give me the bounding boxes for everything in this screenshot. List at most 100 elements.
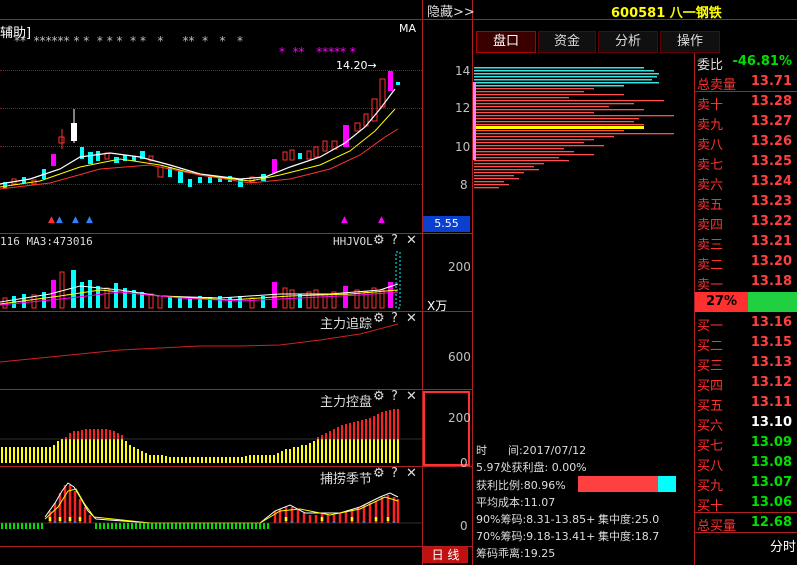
sell-label: 卖九 — [697, 118, 724, 133]
y-tick-10: 10 — [455, 140, 471, 154]
buy-row[interactable]: 买五 13.11 — [697, 393, 797, 414]
buy-label: 买七 — [697, 439, 724, 454]
buy-price: 13.08 — [750, 455, 792, 470]
daily-chart-tab[interactable]: 日 线 — [423, 547, 468, 563]
chip-conc-90: 集中度:25.0 — [598, 513, 660, 526]
buy-price: 13.13 — [750, 355, 792, 370]
buy-price: 13.09 — [750, 435, 792, 450]
buy-row[interactable]: 买八 13.08 — [697, 453, 797, 474]
total-sell-row: 总卖量 13.71 — [697, 72, 797, 93]
sell-price: 13.25 — [750, 154, 792, 169]
tab-fenxi[interactable]: 分析 — [598, 31, 658, 53]
buy-label: 买一 — [697, 319, 724, 334]
weibi-label: 委比 — [697, 58, 724, 73]
buliao-chart — [0, 482, 422, 529]
y-tick-12: 12 — [455, 101, 471, 115]
sell-price: 13.23 — [750, 194, 792, 209]
chip-deviation: 筹码乖离:19.25 — [476, 547, 556, 560]
sell-price: 13.28 — [750, 94, 792, 109]
current-price-box: 5.55 — [423, 216, 470, 232]
svg-text:▲: ▲ — [48, 215, 55, 225]
sell-row[interactable]: 卖八 13.26 — [697, 132, 797, 153]
sell-row[interactable]: 卖三 13.21 — [697, 232, 797, 253]
buy-label: 买三 — [697, 359, 724, 374]
buy-row[interactable]: 买十 13.06 — [697, 493, 797, 514]
profit-ratio-bar-cyan — [658, 476, 676, 492]
candlestick-chart: ▲ ▲ ▲ ▲ ▲ ▲ — [0, 71, 400, 225]
sell-row[interactable]: 卖七 13.25 — [697, 152, 797, 173]
buy-price: 13.11 — [750, 395, 792, 410]
buy-price: 13.16 — [750, 315, 792, 330]
volume-settings-icon[interactable]: ⚙ — [373, 233, 385, 248]
buy-row[interactable]: 买四 13.12 — [697, 373, 797, 394]
kongpan-y-tick-top: 200 — [448, 411, 471, 425]
chip-profit-line: 5.97处获利盘: 0.00% — [476, 461, 587, 474]
buy-price: 13.15 — [750, 335, 792, 350]
sell-price: 13.21 — [750, 234, 792, 249]
ob-divider-footer — [695, 532, 797, 533]
buy-price: 13.12 — [750, 375, 792, 390]
sell-row[interactable]: 卖二 13.20 — [697, 252, 797, 273]
profit-ratio-bar-red — [578, 476, 658, 492]
svg-text:▲: ▲ — [56, 215, 63, 225]
tab-pankou[interactable]: 盘口 — [476, 31, 536, 53]
buy-label: 买四 — [697, 379, 724, 394]
sell-label: 卖八 — [697, 138, 724, 153]
volume-help-icon[interactable]: ? — [391, 233, 398, 248]
kongpan-highlight-box — [423, 391, 470, 466]
buy-row[interactable]: 买六 13.10 — [697, 413, 797, 434]
buy-label: 买六 — [697, 419, 724, 434]
y-tick-8: 8 — [460, 178, 468, 192]
buy-price: 13.06 — [750, 495, 792, 510]
buy-row[interactable]: 买二 13.15 — [697, 333, 797, 354]
panel-divider-1 — [0, 233, 472, 234]
sell-row[interactable]: 卖十 13.28 — [697, 92, 797, 113]
sell-row[interactable]: 卖五 13.23 — [697, 192, 797, 213]
candles — [3, 71, 400, 188]
weibi-value: -46.81% — [732, 54, 792, 69]
total-sell-value: 13.71 — [750, 74, 792, 89]
sell-label: 卖一 — [697, 278, 724, 293]
volume-unit: X万 — [427, 299, 448, 313]
sell-label: 卖五 — [697, 198, 724, 213]
sell-label: 卖十 — [697, 98, 724, 113]
volume-label: 116 MA3:473016 — [0, 235, 93, 248]
buy-row[interactable]: 买一 13.16 — [697, 313, 797, 334]
total-buy-value: 12.68 — [750, 515, 792, 530]
kongpan-y-tick-bottom: 0 — [460, 456, 468, 470]
sell-price: 13.27 — [750, 114, 792, 129]
buy-row[interactable]: 买九 13.07 — [697, 473, 797, 494]
svg-text:▲: ▲ — [72, 215, 79, 225]
volume-close-icon[interactable]: ✕ — [406, 233, 417, 248]
chip-90: 90%筹码:8.31-13.85+ — [476, 513, 596, 526]
chip-time: 时 间:2017/07/12 — [476, 444, 587, 457]
weibi-row: 委比 -46.81% — [697, 52, 797, 73]
sell-row[interactable]: 卖四 13.22 — [697, 212, 797, 233]
volume-y-tick: 200 — [448, 260, 471, 274]
sell-label: 卖三 — [697, 238, 724, 253]
tab-zijin[interactable]: 资金 — [538, 31, 596, 53]
buy-price: 13.10 — [750, 415, 792, 430]
chip-70: 70%筹码:9.18-13.41+ — [476, 530, 596, 543]
sell-row[interactable]: 卖九 13.27 — [697, 112, 797, 133]
buy-row[interactable]: 买三 13.13 — [697, 353, 797, 374]
sell-label: 卖四 — [697, 218, 724, 233]
sell-price: 13.20 — [750, 254, 792, 269]
chip-distribution — [473, 67, 674, 189]
buy-label: 买八 — [697, 459, 724, 474]
volume-bars — [0, 251, 401, 309]
sell-label: 卖七 — [697, 158, 724, 173]
sell-price: 13.24 — [750, 174, 792, 189]
hide-button[interactable]: 隐藏>> — [427, 1, 475, 20]
sell-label: 卖六 — [697, 178, 724, 193]
tab-caozuo[interactable]: 操作 — [660, 31, 720, 53]
sell-price: 13.26 — [750, 134, 792, 149]
sell-row[interactable]: 卖六 13.24 — [697, 172, 797, 193]
buliao-y-tick: 0 — [460, 519, 468, 533]
sell-label: 卖二 — [697, 258, 724, 273]
svg-text:▲: ▲ — [341, 215, 348, 225]
sell-row[interactable]: 卖一 13.18 — [697, 272, 797, 293]
buy-price: 13.07 — [750, 475, 792, 490]
minute-chart-tab[interactable]: 分时 — [770, 536, 796, 555]
buy-row[interactable]: 买七 13.09 — [697, 433, 797, 454]
